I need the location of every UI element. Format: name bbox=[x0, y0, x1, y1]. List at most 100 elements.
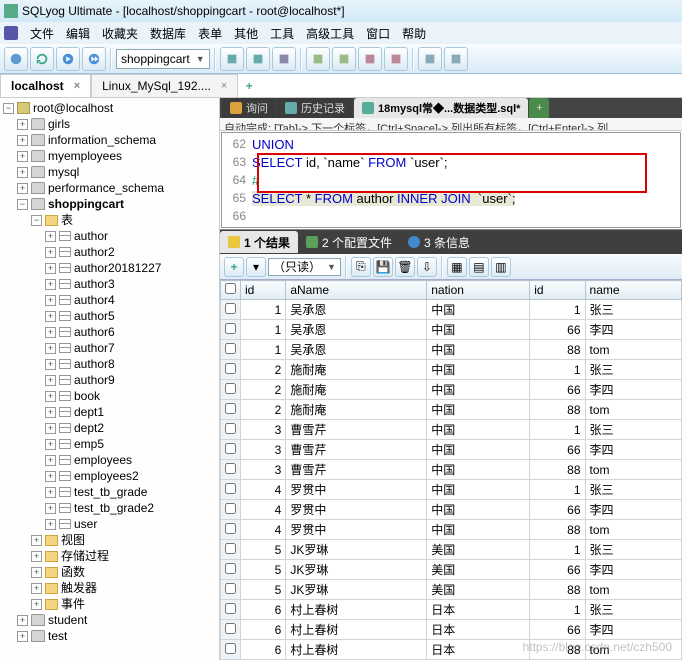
tree-row[interactable]: +emp5 bbox=[0, 436, 219, 452]
expand-icon[interactable]: + bbox=[45, 359, 56, 370]
row-checkbox[interactable] bbox=[225, 623, 236, 634]
table-row[interactable]: 1吴承恩中国88tom bbox=[221, 340, 682, 360]
row-checkbox[interactable] bbox=[225, 503, 236, 514]
menu-4[interactable]: 表单 bbox=[192, 23, 228, 44]
table-row[interactable]: 2施耐庵中国88tom bbox=[221, 400, 682, 420]
tree-row[interactable]: +author8 bbox=[0, 356, 219, 372]
tree-row[interactable]: +test_tb_grade bbox=[0, 484, 219, 500]
table-row[interactable]: 5JK罗琳美国66李四 bbox=[221, 560, 682, 580]
expand-icon[interactable]: + bbox=[45, 375, 56, 386]
row-checkbox[interactable] bbox=[225, 483, 236, 494]
expand-icon[interactable]: + bbox=[17, 167, 28, 178]
expand-icon[interactable]: + bbox=[17, 615, 28, 626]
tool-button-5[interactable] bbox=[332, 47, 356, 71]
expand-icon[interactable]: + bbox=[45, 343, 56, 354]
tree-row[interactable]: +触发器 bbox=[0, 580, 219, 596]
table-row[interactable]: 5JK罗琳美国1张三 bbox=[221, 540, 682, 560]
tool-button-7[interactable] bbox=[384, 47, 408, 71]
tree-row[interactable]: +myemployees bbox=[0, 148, 219, 164]
expand-icon[interactable]: + bbox=[45, 423, 56, 434]
grid-view-text-button[interactable]: ▥ bbox=[491, 257, 511, 277]
row-checkbox[interactable] bbox=[225, 443, 236, 454]
query-tab-1[interactable]: 历史记录 bbox=[277, 98, 353, 118]
menu-9[interactable]: 帮助 bbox=[396, 23, 432, 44]
column-header-id[interactable]: id bbox=[241, 281, 286, 300]
add-query-tab[interactable]: + bbox=[529, 98, 549, 118]
grid-add-row-button[interactable]: + bbox=[224, 257, 244, 277]
grid-copy-button[interactable]: ⎘ bbox=[351, 257, 371, 277]
table-row[interactable]: 3曹雪芹中国88tom bbox=[221, 460, 682, 480]
tree-row[interactable]: +test_tb_grade2 bbox=[0, 500, 219, 516]
row-checkbox[interactable] bbox=[225, 303, 236, 314]
tree-row[interactable]: +author9 bbox=[0, 372, 219, 388]
tree-row[interactable]: +事件 bbox=[0, 596, 219, 612]
query-tab-2[interactable]: 18mysql常◆...数据类型.sql* bbox=[354, 98, 528, 118]
grid-view-grid-button[interactable]: ▦ bbox=[447, 257, 467, 277]
table-row[interactable]: 1吴承恩中国1张三 bbox=[221, 300, 682, 320]
expand-icon[interactable]: + bbox=[45, 455, 56, 466]
close-icon[interactable]: × bbox=[221, 80, 227, 92]
column-header-name[interactable]: name bbox=[585, 281, 681, 300]
menu-1[interactable]: 编辑 bbox=[60, 23, 96, 44]
tool-button-1[interactable] bbox=[220, 47, 244, 71]
sql-line[interactable]: SELECT * FROM author INNER JOIN `user`; bbox=[252, 191, 515, 206]
collapse-icon[interactable]: − bbox=[17, 199, 28, 210]
result-grid[interactable]: idaNamenationidname1吴承恩中国1张三1吴承恩中国66李四1吴… bbox=[220, 280, 682, 660]
row-checkbox[interactable] bbox=[225, 563, 236, 574]
tree-row[interactable]: +author20181227 bbox=[0, 260, 219, 276]
tree-row[interactable]: −表 bbox=[0, 212, 219, 228]
query-tab-0[interactable]: 询问 bbox=[222, 98, 276, 118]
refresh-button[interactable] bbox=[30, 47, 54, 71]
table-row[interactable]: 2施耐庵中国1张三 bbox=[221, 360, 682, 380]
expand-icon[interactable]: + bbox=[45, 471, 56, 482]
tree-row[interactable]: +dept1 bbox=[0, 404, 219, 420]
tool-button-3[interactable] bbox=[272, 47, 296, 71]
row-checkbox[interactable] bbox=[225, 583, 236, 594]
object-tree[interactable]: −root@localhost+girls+information_schema… bbox=[0, 98, 220, 660]
row-checkbox[interactable] bbox=[225, 343, 236, 354]
expand-icon[interactable]: + bbox=[45, 279, 56, 290]
table-row[interactable]: 3曹雪芹中国1张三 bbox=[221, 420, 682, 440]
tree-row[interactable]: +mysql bbox=[0, 164, 219, 180]
expand-icon[interactable]: + bbox=[17, 183, 28, 194]
tree-row[interactable]: +author6 bbox=[0, 324, 219, 340]
collapse-icon[interactable]: − bbox=[31, 215, 42, 226]
row-checkbox[interactable] bbox=[225, 323, 236, 334]
table-row[interactable]: 4罗贯中中国66李四 bbox=[221, 500, 682, 520]
menu-5[interactable]: 其他 bbox=[228, 23, 264, 44]
select-all-checkbox[interactable] bbox=[225, 283, 236, 294]
tree-row[interactable]: +函数 bbox=[0, 564, 219, 580]
tree-row[interactable]: +author3 bbox=[0, 276, 219, 292]
expand-icon[interactable]: + bbox=[45, 263, 56, 274]
grid-save-button[interactable]: 💾 bbox=[373, 257, 393, 277]
table-row[interactable]: 1吴承恩中国66李四 bbox=[221, 320, 682, 340]
tree-row[interactable]: −root@localhost bbox=[0, 100, 219, 116]
column-header-aName[interactable]: aName bbox=[286, 281, 427, 300]
expand-icon[interactable]: + bbox=[45, 247, 56, 258]
expand-icon[interactable]: + bbox=[17, 631, 28, 642]
menu-6[interactable]: 工具 bbox=[264, 23, 300, 44]
tree-row[interactable]: +employees2 bbox=[0, 468, 219, 484]
grid-export-button[interactable]: ⇩ bbox=[417, 257, 437, 277]
collapse-icon[interactable]: − bbox=[3, 103, 14, 114]
new-connection-button[interactable] bbox=[4, 47, 28, 71]
sql-line[interactable]: # bbox=[252, 173, 259, 188]
add-connection-tab[interactable]: + bbox=[238, 74, 260, 97]
tree-row[interactable]: +test bbox=[0, 628, 219, 644]
row-checkbox[interactable] bbox=[225, 463, 236, 474]
tree-row[interactable]: +dept2 bbox=[0, 420, 219, 436]
expand-icon[interactable]: + bbox=[45, 327, 56, 338]
tree-row[interactable]: +author bbox=[0, 228, 219, 244]
expand-icon[interactable]: + bbox=[45, 487, 56, 498]
menu-8[interactable]: 窗口 bbox=[360, 23, 396, 44]
tree-row[interactable]: −shoppingcart bbox=[0, 196, 219, 212]
connection-tab-1[interactable]: Linux_MySql_192....× bbox=[91, 74, 238, 97]
grid-delete-button[interactable]: 🗑 bbox=[395, 257, 415, 277]
expand-icon[interactable]: + bbox=[31, 567, 42, 578]
expand-icon[interactable]: + bbox=[45, 311, 56, 322]
result-tab-1[interactable]: 2 个配置文件 bbox=[298, 231, 400, 253]
row-checkbox[interactable] bbox=[225, 643, 236, 654]
row-checkbox[interactable] bbox=[225, 383, 236, 394]
column-header-id[interactable]: id bbox=[530, 281, 585, 300]
result-tab-0[interactable]: 1 个结果 bbox=[220, 231, 298, 253]
